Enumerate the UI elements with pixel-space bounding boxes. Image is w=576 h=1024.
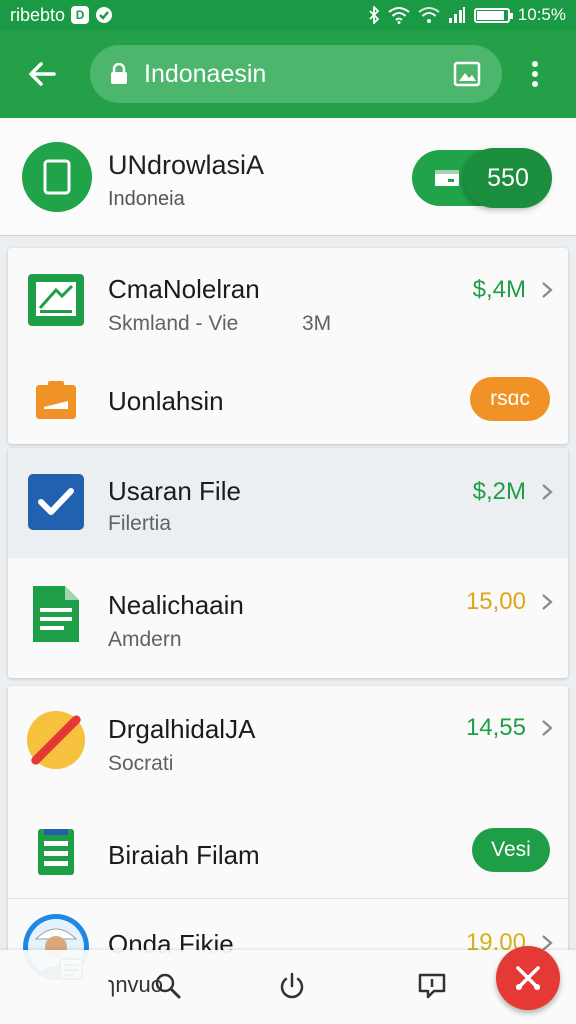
- bottom-navigation: ɿnvuo: [0, 950, 576, 1024]
- wifi-icon: [388, 7, 410, 24]
- list-item[interactable]: CmaNolelran Skmland - Vie 3M $,4M: [8, 248, 568, 360]
- search-button[interactable]: [148, 966, 188, 1006]
- list-item-meta: Skmland - Vie: [108, 312, 239, 335]
- list-item[interactable]: Biraiah Filam Vesi: [8, 806, 568, 898]
- app-bar: Indonaesin: [0, 30, 576, 118]
- list-item-title: Biraiah Filam: [108, 840, 260, 870]
- chevron-right-icon: [542, 594, 553, 610]
- image-icon[interactable]: [452, 59, 482, 89]
- power-button[interactable]: [272, 966, 312, 1006]
- phone-icon: [22, 142, 92, 212]
- list-item-title: DrgalhidalJA: [108, 714, 256, 744]
- list-item-title: Uonlahsin: [108, 386, 224, 416]
- chat-button[interactable]: [412, 966, 452, 1006]
- list-item[interactable]: Uonlahsin rsɑc: [8, 360, 568, 444]
- list-card: Usaran File Filertia $,2M Nealichaain Am…: [8, 448, 568, 678]
- chevron-right-icon: [542, 484, 553, 500]
- list-item-meta-secondary: 3M: [302, 312, 332, 335]
- spreadsheet-icon: [26, 270, 86, 330]
- status-badge: D: [71, 6, 90, 24]
- chevron-right-icon: [542, 282, 553, 298]
- header-pill-button[interactable]: 550: [412, 148, 552, 208]
- search-field[interactable]: Indonaesin: [90, 45, 502, 103]
- file-list-icon: [26, 822, 86, 882]
- wifi-alt-icon: [418, 7, 440, 23]
- header-title: UNdrowlasiA: [108, 150, 265, 180]
- no-entry-icon: [26, 710, 86, 770]
- status-tag[interactable]: Vesi: [472, 828, 550, 872]
- close-fab-button[interactable]: [496, 946, 560, 1010]
- list-item[interactable]: Nealichaain Amdern 15,00: [8, 558, 568, 678]
- list-item-selected[interactable]: Usaran File Filertia $,2M: [8, 448, 568, 558]
- status-tag[interactable]: rsɑc: [470, 377, 550, 421]
- battery-icon: [473, 7, 513, 23]
- chevron-right-icon: [542, 720, 553, 736]
- status-time: 10:5%: [517, 5, 566, 24]
- header-subtitle: Indoneia: [108, 188, 185, 210]
- list-item-title: Usaran File: [108, 476, 241, 506]
- more-menu-button[interactable]: [520, 48, 550, 100]
- signal-icon: [448, 7, 465, 23]
- power-icon: [280, 972, 304, 999]
- list-item-meta: Filertia: [108, 512, 172, 535]
- list-item-value: $,4M: [472, 276, 526, 303]
- close-icon: [516, 966, 540, 990]
- lock-icon: [111, 63, 127, 84]
- shield-check-icon: [96, 7, 113, 23]
- account-header: UNdrowlasiA Indoneia 550: [0, 118, 576, 236]
- status-left-text: ribebto: [10, 4, 66, 25]
- header-pill-value: 550: [464, 148, 552, 208]
- list-item[interactable]: Onda Fikie 19,00: [8, 898, 568, 980]
- list-item-meta: Amdern: [108, 628, 182, 651]
- chat-icon: [418, 973, 446, 999]
- list-item-value: 15,00: [465, 588, 526, 615]
- list-item-title: Nealichaain: [108, 590, 244, 620]
- back-arrow-icon: [29, 62, 56, 86]
- list-item-value: $,2M: [472, 478, 526, 505]
- document-icon: [26, 584, 86, 644]
- status-bar: ribebto D 10:5%: [0, 0, 576, 30]
- folder-icon: [26, 370, 86, 430]
- list-card: CmaNolelran Skmland - Vie 3M $,4M Uonlah…: [8, 248, 568, 444]
- checkbox-icon: [26, 472, 86, 532]
- list-item-meta: Socrati: [108, 752, 174, 775]
- list-item-value: 14,55: [465, 714, 526, 741]
- list-item[interactable]: DrgalhidalJA Socrati 14,55: [8, 686, 568, 784]
- tray-icon: [435, 170, 459, 186]
- bluetooth-icon: [369, 6, 380, 24]
- more-vert-icon: [532, 61, 538, 67]
- search-text: Indonaesin: [144, 59, 267, 88]
- list-item-title: CmaNolelran: [108, 274, 260, 304]
- back-button[interactable]: [16, 48, 68, 100]
- search-icon: [155, 973, 181, 999]
